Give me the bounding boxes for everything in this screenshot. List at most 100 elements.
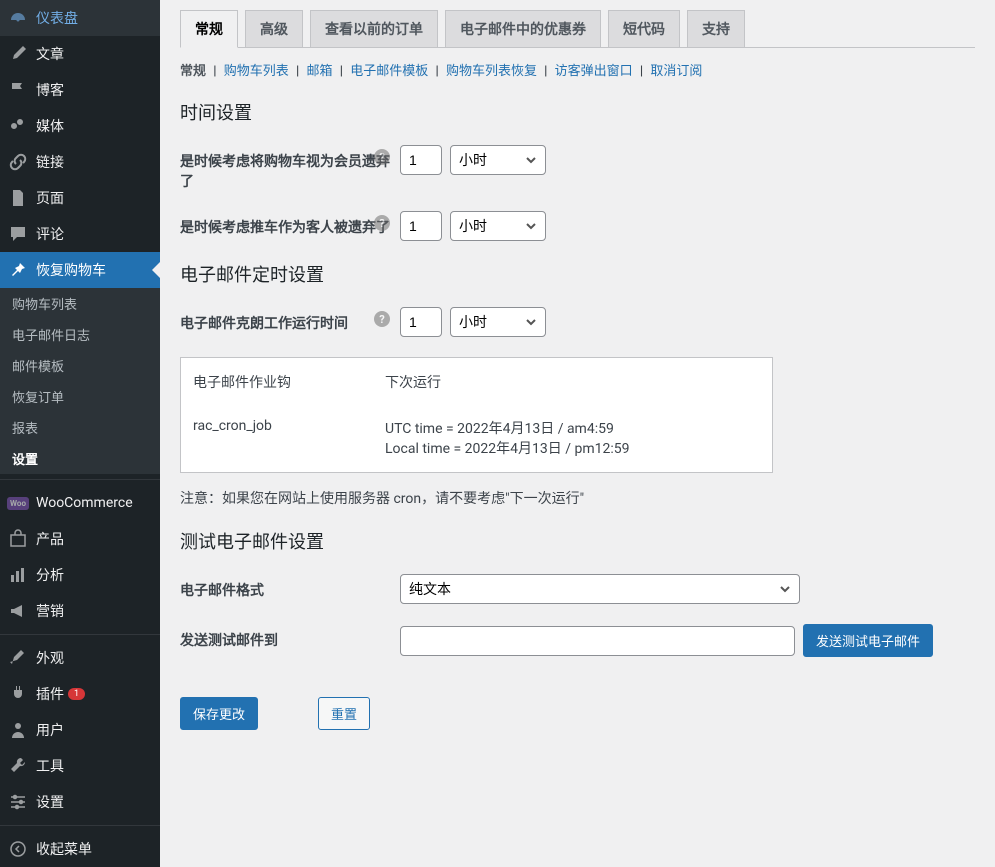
sidebar-item-tools[interactable]: 工具 <box>0 748 160 784</box>
sidebar-item-marketing[interactable]: 营销 <box>0 593 160 629</box>
submenu-item[interactable]: 电子邮件日志 <box>0 319 160 350</box>
subsub-link[interactable]: 邮箱 <box>306 64 332 79</box>
table-header-next: 下次运行 <box>375 360 770 404</box>
sidebar-item-appearance[interactable]: 外观 <box>0 640 160 676</box>
cron-note: 注意：如果您在网站上使用服务器 cron，请不要考虑"下一次运行" <box>180 488 975 508</box>
submenu-item[interactable]: 购物车列表 <box>0 288 160 319</box>
sidebar-item-label: 设置 <box>36 792 64 812</box>
nav-tab[interactable]: 常规 <box>180 10 238 48</box>
help-icon[interactable]: ? <box>374 149 390 165</box>
main-content: 常规高级查看以前的订单电子邮件中的优惠券短代码支持 常规 | 购物车列表 | 邮… <box>160 0 995 867</box>
time-settings-heading: 时间设置 <box>180 99 975 125</box>
sidebar-item-woo[interactable]: WooWooCommerce <box>0 485 160 521</box>
member-abandon-value-input[interactable] <box>400 145 442 175</box>
collapse-icon <box>8 839 28 859</box>
users-icon <box>8 720 28 740</box>
post-icon <box>8 44 28 64</box>
marketing-icon <box>8 601 28 621</box>
link-icon <box>8 152 28 172</box>
sidebar-item-users[interactable]: 用户 <box>0 712 160 748</box>
guest-abandon-value-input[interactable] <box>400 211 442 241</box>
sidebar-item-label: 页面 <box>36 188 64 208</box>
table-header-hook: 电子邮件作业钩 <box>183 360 373 404</box>
analytics-icon <box>8 565 28 585</box>
form-actions: 保存更改 重置 <box>180 697 975 730</box>
member-abandon-label: 是时候考虑将购物车视为会员遗弃了 ? <box>180 145 400 191</box>
sidebar-item-link[interactable]: 链接 <box>0 144 160 180</box>
member-abandon-row: 是时候考虑将购物车视为会员遗弃了 ? 小时 <box>180 145 975 191</box>
sub-nav: 常规 | 购物车列表 | 邮箱 | 电子邮件模板 | 购物车列表恢复 | 访客弹… <box>180 60 975 79</box>
sidebar-item-label: WooCommerce <box>36 495 133 511</box>
email-format-row: 电子邮件格式 纯文本 <box>180 574 975 604</box>
reset-button[interactable]: 重置 <box>318 697 370 730</box>
cron-unit-select[interactable]: 小时 <box>450 307 546 337</box>
sidebar-item-analytics[interactable]: 分析 <box>0 557 160 593</box>
sidebar-item-label: 分析 <box>36 565 64 585</box>
submenu-item[interactable]: 报表 <box>0 412 160 443</box>
sidebar-item-label: 恢复购物车 <box>36 260 106 280</box>
sidebar-item-page[interactable]: 页面 <box>0 180 160 216</box>
subsub-link[interactable]: 电子邮件模板 <box>350 64 428 79</box>
sidebar-item-label: 用户 <box>36 720 64 740</box>
email-format-label: 电子邮件格式 <box>180 574 400 600</box>
member-abandon-unit-select[interactable]: 小时 <box>450 145 546 175</box>
sidebar-item-post[interactable]: 文章 <box>0 36 160 72</box>
sidebar-item-settings[interactable]: 设置 <box>0 784 160 820</box>
help-icon[interactable]: ? <box>374 311 390 327</box>
sidebar-item-label: 媒体 <box>36 116 64 136</box>
submenu-item[interactable]: 恢复订单 <box>0 381 160 412</box>
table-next-value: UTC time = 2022年4月13日 / am4:59 Local tim… <box>375 406 770 470</box>
email-timer-heading: 电子邮件定时设置 <box>180 261 975 287</box>
table-hook-value: rac_cron_job <box>183 406 373 470</box>
nav-tab[interactable]: 电子邮件中的优惠券 <box>445 10 601 47</box>
nav-tab[interactable]: 查看以前的订单 <box>310 10 438 47</box>
cron-row: 电子邮件克朗工作运行时间 ? 小时 <box>180 307 975 337</box>
sidebar-item-media[interactable]: 媒体 <box>0 108 160 144</box>
nav-tab[interactable]: 高级 <box>245 10 303 47</box>
guest-abandon-unit-select[interactable]: 小时 <box>450 211 546 241</box>
guest-abandon-row: 是时候考虑推车作为客人被遗弃了 ? 小时 <box>180 211 975 241</box>
sidebar-item-flag[interactable]: 博客 <box>0 72 160 108</box>
subsub-link[interactable]: 购物车列表 <box>224 64 289 79</box>
settings-icon <box>8 792 28 812</box>
cron-label: 电子邮件克朗工作运行时间 ? <box>180 307 400 333</box>
sidebar-item-pin[interactable]: 恢复购物车 <box>0 252 160 288</box>
sidebar-item-label: 仪表盘 <box>36 8 78 28</box>
sidebar-item-dashboard[interactable]: 仪表盘 <box>0 0 160 36</box>
sidebar-item-label: 博客 <box>36 80 64 100</box>
help-icon[interactable]: ? <box>374 215 390 231</box>
sidebar-item-label: 收起菜单 <box>36 839 92 859</box>
subsub-link[interactable]: 取消订阅 <box>650 64 702 79</box>
sidebar-item-product[interactable]: 产品 <box>0 521 160 557</box>
test-email-heading: 测试电子邮件设置 <box>180 528 975 554</box>
send-test-input[interactable] <box>400 626 795 656</box>
nav-tab[interactable]: 支持 <box>687 10 745 47</box>
email-format-select[interactable]: 纯文本 <box>400 574 800 604</box>
send-test-button[interactable]: 发送测试电子邮件 <box>803 624 933 657</box>
submenu-item[interactable]: 设置 <box>0 443 160 474</box>
subsub-current: 常规 <box>180 64 206 79</box>
cron-table: 电子邮件作业钩 下次运行 rac_cron_job UTC time = 202… <box>180 357 773 473</box>
submenu-item[interactable]: 邮件模板 <box>0 350 160 381</box>
subsub-link[interactable]: 访客弹出窗口 <box>555 64 633 79</box>
page-icon <box>8 188 28 208</box>
sidebar-item-label: 文章 <box>36 44 64 64</box>
update-badge: 1 <box>68 688 85 700</box>
sidebar-item-label: 外观 <box>36 648 64 668</box>
sidebar-item-comment[interactable]: 评论 <box>0 216 160 252</box>
product-icon <box>8 529 28 549</box>
plugins-icon <box>8 684 28 704</box>
nav-tab[interactable]: 短代码 <box>608 10 680 47</box>
sidebar-item-label: 插件 <box>36 684 64 704</box>
guest-abandon-label: 是时候考虑推车作为客人被遗弃了 ? <box>180 211 400 237</box>
subsub-link[interactable]: 购物车列表恢复 <box>446 64 537 79</box>
sidebar-item-label: 营销 <box>36 601 64 621</box>
sidebar-item-plugins[interactable]: 插件 1 <box>0 676 160 712</box>
cron-value-input[interactable] <box>400 307 442 337</box>
sidebar-submenu: 购物车列表电子邮件日志邮件模板恢复订单报表设置 <box>0 288 160 474</box>
sidebar-item-label: 评论 <box>36 224 64 244</box>
sidebar-item-collapse[interactable]: 收起菜单 <box>0 831 160 867</box>
dashboard-icon <box>8 8 28 28</box>
send-test-label: 发送测试邮件到 <box>180 624 400 650</box>
save-button[interactable]: 保存更改 <box>180 697 258 730</box>
